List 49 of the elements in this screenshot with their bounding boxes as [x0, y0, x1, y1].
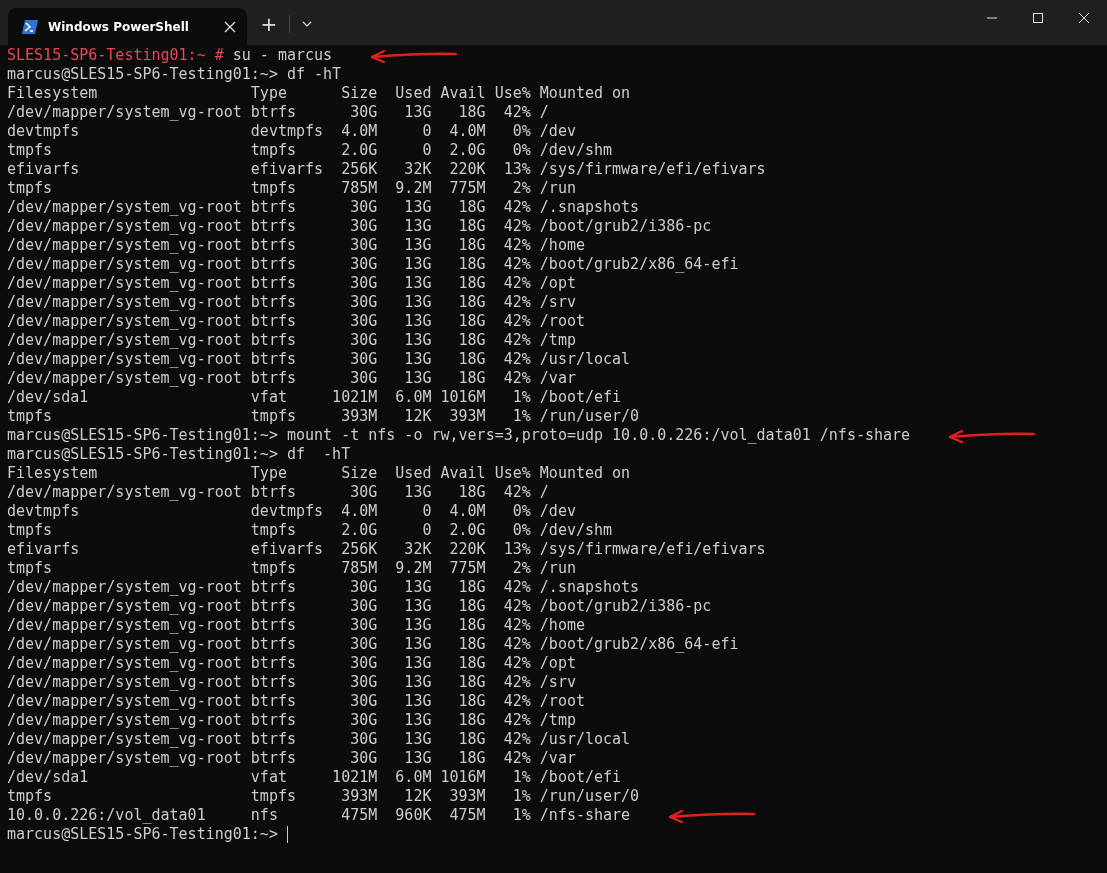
output-line: /dev/mapper/system_vg-root btrfs 30G 13G 18G 42% /boot/grub2/i386-pc [7, 217, 712, 236]
output-line: tmpfs tmpfs 393M 12K 393M 1% /run/user/0 [7, 407, 640, 426]
output-line: /dev/mapper/system_vg-root btrfs 30G 13G 18G 42% /srv [7, 293, 576, 312]
prompt-text: marcus@SLES15-SP6-Testing01:~> [7, 825, 278, 844]
output-line: /dev/mapper/system_vg-root btrfs 30G 13G 18G 42% /var [7, 749, 576, 768]
command-line: marcus@SLES15-SP6-Testing01:~> mount -t nfs -o rw,vers=3,proto=udp 10.0.0.226:/vol_data01 /nfs-share [7, 426, 911, 445]
output-line: /dev/mapper/system_vg-root btrfs 30G 13G 18G 42% /tmp [7, 711, 576, 730]
output-line: tmpfs tmpfs 2.0G 0 2.0G 0% /dev/shm [7, 521, 613, 540]
output-line: /dev/mapper/system_vg-root btrfs 30G 13G 18G 42% / [7, 103, 549, 122]
output-line: /dev/mapper/system_vg-root btrfs 30G 13G 18G 42% / [7, 483, 549, 502]
powershell-icon [22, 19, 38, 34]
output-line: /dev/mapper/system_vg-root btrfs 30G 13G 18G 42% /root [7, 312, 585, 331]
output-line: /dev/mapper/system_vg-root btrfs 30G 13G 18G 42% /boot/grub2/x86_64-efi [7, 255, 739, 274]
output-line: devtmpfs devtmpfs 4.0M 0 4.0M 0% /dev [7, 502, 576, 521]
close-icon [1079, 13, 1089, 23]
maximize-icon [1033, 13, 1043, 23]
new-tab-button[interactable]: + [255, 10, 283, 38]
output-line: devtmpfs devtmpfs 4.0M 0 4.0M 0% /dev [7, 122, 576, 141]
output-line: /dev/mapper/system_vg-root btrfs 30G 13G 18G 42% /usr/local [7, 350, 631, 369]
output-line: /dev/mapper/system_vg-root btrfs 30G 13G 18G 42% /boot/grub2/i386-pc [7, 597, 712, 616]
output-line: Filesystem Type Size Used Avail Use% Mounted on [7, 464, 631, 483]
output-line: tmpfs tmpfs 2.0G 0 2.0G 0% /dev/shm [7, 141, 613, 160]
output-line: /dev/mapper/system_vg-root btrfs 30G 13G 18G 42% /srv [7, 673, 576, 692]
output-line: /dev/mapper/system_vg-root btrfs 30G 13G 18G 42% /usr/local [7, 730, 631, 749]
command-line: SLES15-SP6-Testing01:~ # su - marcus [7, 46, 333, 65]
output-line: /dev/mapper/system_vg-root btrfs 30G 13G 18G 42% /home [7, 616, 585, 635]
output-line: /dev/mapper/system_vg-root btrfs 30G 13G 18G 42% /boot/grub2/x86_64-efi [7, 635, 739, 654]
output-line: Filesystem Type Size Used Avail Use% Mounted on [7, 84, 631, 103]
output-line: 10.0.0.226:/vol_data01 nfs 475M 960K 475M 1% /nfs-share [7, 806, 631, 825]
output-line: /dev/mapper/system_vg-root btrfs 30G 13G 18G 42% /opt [7, 654, 576, 673]
output-line: /dev/mapper/system_vg-root btrfs 30G 13G 18G 42% /tmp [7, 331, 576, 350]
output-line: tmpfs tmpfs 785M 9.2M 775M 2% /run [7, 179, 576, 198]
output-line: /dev/mapper/system_vg-root btrfs 30G 13G 18G 42% /root [7, 692, 585, 711]
chevron-down-icon [302, 21, 312, 27]
output-line: /dev/mapper/system_vg-root btrfs 30G 13G 18G 42% /opt [7, 274, 576, 293]
command-line: marcus@SLES15-SP6-Testing01:~> df -hT [7, 445, 351, 464]
output-line: /dev/mapper/system_vg-root btrfs 30G 13G 18G 42% /home [7, 236, 585, 255]
output-line: tmpfs tmpfs 393M 12K 393M 1% /run/user/0 [7, 787, 640, 806]
output-line: /dev/sda1 vfat 1021M 6.0M 1016M 1% /boot/efi [7, 768, 622, 787]
command-line: marcus@SLES15-SP6-Testing01:~> df -hT [7, 65, 342, 84]
output-line: /dev/mapper/system_vg-root btrfs 30G 13G 18G 42% /.snapshots [7, 198, 640, 217]
output-line: efivarfs efivarfs 256K 32K 220K 13% /sys/firmware/efi/efivars [7, 160, 766, 179]
close-icon[interactable] [223, 19, 237, 34]
output-line: /dev/sda1 vfat 1021M 6.0M 1016M 1% /boot/efi [7, 388, 622, 407]
output-line: /dev/mapper/system_vg-root btrfs 30G 13G 18G 42% /.snapshots [7, 578, 640, 597]
terminal-tab[interactable]: Windows PowerShell [8, 8, 247, 45]
output-line: /dev/mapper/system_vg-root btrfs 30G 13G 18G 42% /var [7, 369, 576, 388]
output-line: tmpfs tmpfs 785M 9.2M 775M 2% /run [7, 559, 576, 578]
output-line: efivarfs efivarfs 256K 32K 220K 13% /sys/firmware/efi/efivars [7, 540, 766, 559]
